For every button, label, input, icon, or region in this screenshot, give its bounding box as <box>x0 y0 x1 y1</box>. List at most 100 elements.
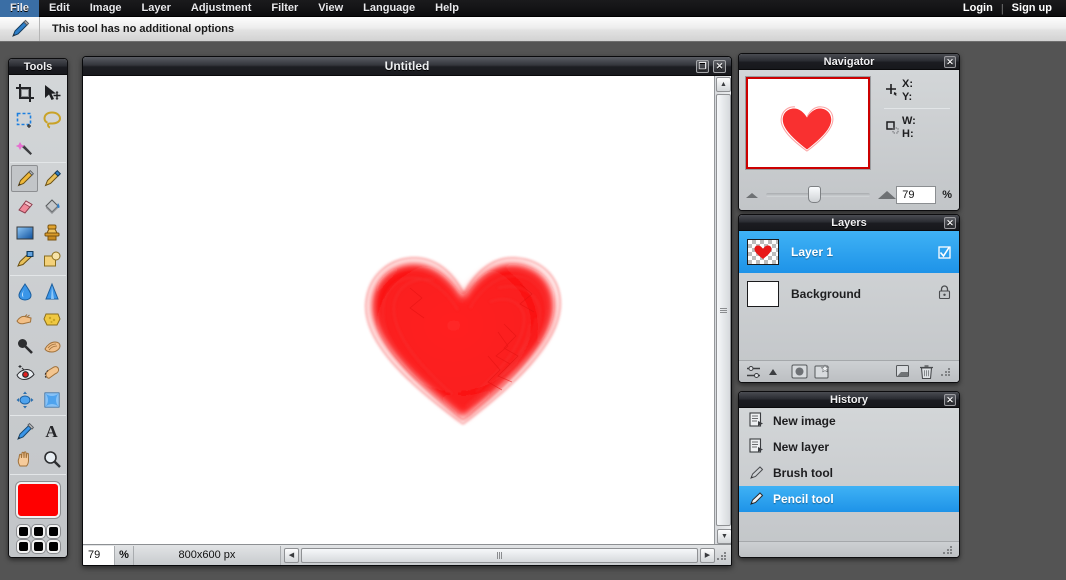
layer-thumbnail <box>747 239 779 265</box>
tool-lasso[interactable] <box>38 106 65 133</box>
swatch-2[interactable] <box>32 525 45 538</box>
pinch-icon <box>44 392 59 407</box>
tool-crop[interactable] <box>11 79 38 106</box>
tool-burn[interactable] <box>38 332 65 359</box>
layers-title-bar[interactable]: Layers ✕ <box>739 215 959 231</box>
tool-pencil[interactable] <box>11 165 38 192</box>
scroll-up-button[interactable]: ▲ <box>716 77 731 92</box>
layers-title-label: Layers <box>831 217 867 229</box>
tool-spot-heal[interactable] <box>38 359 65 386</box>
swatch-5[interactable] <box>32 540 45 553</box>
history-item-new-layer[interactable]: New layer <box>739 434 959 460</box>
new-layer-button[interactable] <box>813 363 831 380</box>
tool-zoom[interactable] <box>38 445 65 472</box>
tool-marquee-select[interactable] <box>11 106 38 133</box>
menu-item-layer[interactable]: Layer <box>132 0 181 17</box>
type-icon: A <box>45 422 58 441</box>
restore-window-button[interactable]: ❐ <box>696 60 709 73</box>
layer-visibility-checkbox[interactable] <box>938 245 951 259</box>
history-item-new-image[interactable]: New image <box>739 408 959 434</box>
scroll-right-button[interactable]: ▶ <box>700 547 715 563</box>
menu-item-filter[interactable]: Filter <box>261 0 308 17</box>
history-close-button[interactable]: ✕ <box>944 394 956 406</box>
menu-item-edit[interactable]: Edit <box>39 0 80 17</box>
tool-type[interactable]: A <box>38 418 65 445</box>
tool-hand[interactable] <box>11 445 38 472</box>
tool-move[interactable] <box>38 79 65 106</box>
close-window-button[interactable]: ✕ <box>713 60 726 73</box>
zoom-slider-handle[interactable] <box>808 186 821 203</box>
tool-clone-stamp[interactable] <box>38 219 65 246</box>
tool-drawing[interactable] <box>38 246 65 273</box>
history-item-label: New layer <box>773 440 830 454</box>
navigator-zoom-input[interactable]: 79 <box>896 186 937 204</box>
history-title-bar[interactable]: History ✕ <box>739 392 959 408</box>
history-item-brush-tool[interactable]: Brush tool <box>739 460 959 486</box>
swatch-6[interactable] <box>47 540 60 553</box>
document-title-bar[interactable]: Untitled ❐ ✕ <box>83 57 731 76</box>
swatch-1[interactable] <box>17 525 30 538</box>
tool-red-eye[interactable] <box>11 359 38 386</box>
zoom-in-icon[interactable] <box>878 191 897 199</box>
menu-item-help[interactable]: Help <box>425 0 469 17</box>
swatch-3[interactable] <box>47 525 60 538</box>
menu-item-view[interactable]: View <box>308 0 353 17</box>
history-title-label: History <box>830 394 868 406</box>
tool-blur[interactable] <box>11 278 38 305</box>
menu-item-language[interactable]: Language <box>353 0 425 17</box>
swatch-4[interactable] <box>17 540 30 553</box>
tool-eraser[interactable] <box>11 192 38 219</box>
navigator-thumbnail[interactable] <box>746 77 870 169</box>
navigator-divider <box>884 108 950 109</box>
crop-icon <box>15 83 34 102</box>
account-area: Login | Sign up <box>955 0 1060 17</box>
tool-wand-select[interactable] <box>11 133 38 160</box>
history-item-pencil-tool[interactable]: Pencil tool <box>739 486 959 512</box>
navigator-close-button[interactable]: ✕ <box>944 56 956 68</box>
layers-resize-grip[interactable] <box>940 366 951 377</box>
tool-sharpen[interactable] <box>38 278 65 305</box>
zoom-input[interactable]: 79 <box>83 545 115 565</box>
tool-dodge[interactable] <box>11 332 38 359</box>
layers-close-button[interactable]: ✕ <box>944 217 956 229</box>
tool-smudge[interactable] <box>11 305 38 332</box>
menu-item-file[interactable]: File <box>0 0 39 17</box>
tools-group-retouch <box>9 277 67 414</box>
tool-color-picker[interactable] <box>11 418 38 445</box>
tool-replace-color[interactable] <box>11 246 38 273</box>
tool-bloat[interactable] <box>11 386 38 413</box>
tool-pinch[interactable] <box>38 386 65 413</box>
tool-sponge[interactable] <box>38 305 65 332</box>
layer-row-layer-1[interactable]: Layer 1 <box>739 231 959 273</box>
history-footer <box>739 541 959 557</box>
tool-gradient[interactable] <box>11 219 38 246</box>
tool-brush[interactable] <box>38 165 65 192</box>
menu-item-image[interactable]: Image <box>80 0 132 17</box>
layer-settings-arrow-button[interactable] <box>768 363 778 380</box>
layer-row-background[interactable]: Background <box>739 273 959 315</box>
pencil-icon <box>17 169 34 186</box>
navigator-title-bar[interactable]: Navigator ✕ <box>739 54 959 70</box>
vertical-scroll-thumb[interactable] <box>716 94 731 526</box>
canvas[interactable] <box>83 76 731 546</box>
layer-mask-button[interactable] <box>790 363 808 380</box>
scroll-down-button[interactable]: ▼ <box>717 529 731 544</box>
paint-bucket-icon <box>44 198 60 214</box>
duplicate-layer-button[interactable] <box>894 363 912 380</box>
scroll-left-button[interactable]: ◀ <box>284 547 299 563</box>
signup-link[interactable]: Sign up <box>1004 0 1060 17</box>
window-resize-grip[interactable] <box>716 549 727 561</box>
history-resize-grip[interactable] <box>942 544 953 555</box>
navigator-zoom-slider[interactable] <box>766 186 871 203</box>
login-link[interactable]: Login <box>955 0 1001 17</box>
canvas-horizontal-scrollbar[interactable]: ◀ ▶ <box>281 546 731 565</box>
layer-settings-button[interactable] <box>745 363 763 380</box>
tool-paint-bucket[interactable] <box>38 192 65 219</box>
canvas-vertical-scrollbar[interactable]: ▲ ▼ <box>714 76 731 546</box>
eyedropper-icon <box>16 422 34 440</box>
zoom-out-icon[interactable] <box>746 192 758 198</box>
menu-item-adjustment[interactable]: Adjustment <box>181 0 262 17</box>
horizontal-scroll-thumb[interactable] <box>301 547 698 563</box>
delete-layer-button[interactable] <box>917 363 935 380</box>
foreground-color-swatch[interactable] <box>16 482 60 518</box>
